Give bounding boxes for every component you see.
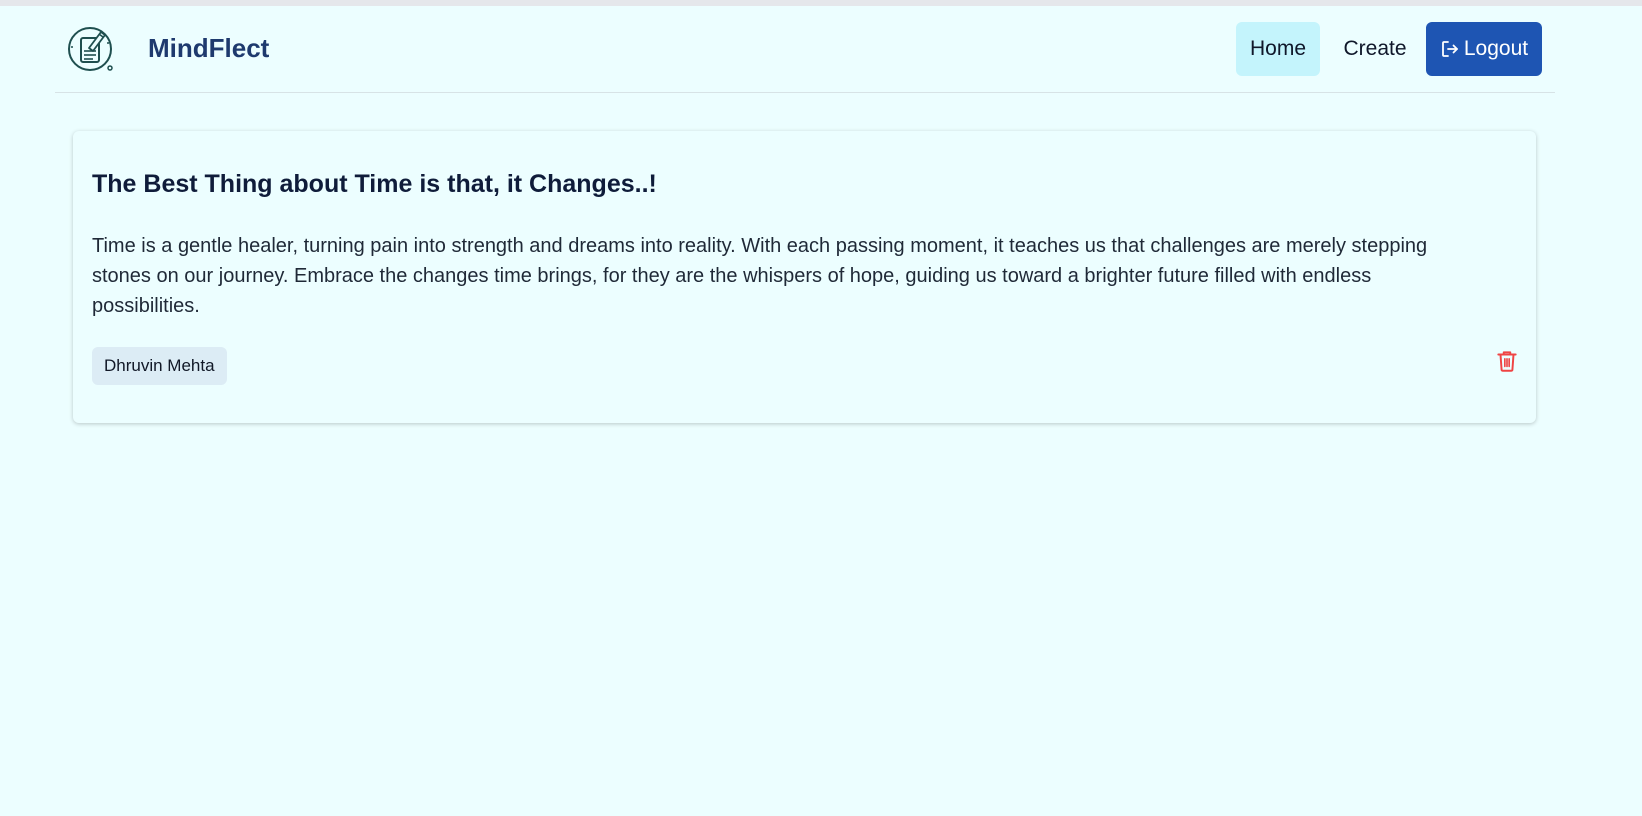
brand-name[interactable]: MindFlect — [148, 33, 269, 64]
logout-button[interactable]: Logout — [1426, 22, 1542, 76]
trash-icon[interactable] — [1494, 348, 1520, 374]
logout-label: Logout — [1463, 37, 1529, 60]
navbar: MindFlect Home Create Logout — [55, 6, 1555, 93]
author-badge: Dhruvin Mehta — [92, 347, 227, 385]
journal-pen-icon[interactable] — [67, 24, 117, 74]
nav-home[interactable]: Home — [1236, 22, 1320, 76]
nav-create[interactable]: Create — [1325, 22, 1425, 76]
post-card: The Best Thing about Time is that, it Ch… — [73, 131, 1536, 423]
post-body: Time is a gentle healer, turning pain in… — [92, 235, 1428, 317]
logout-icon — [1440, 39, 1460, 59]
post-title: The Best Thing about Time is that, it Ch… — [92, 170, 657, 198]
